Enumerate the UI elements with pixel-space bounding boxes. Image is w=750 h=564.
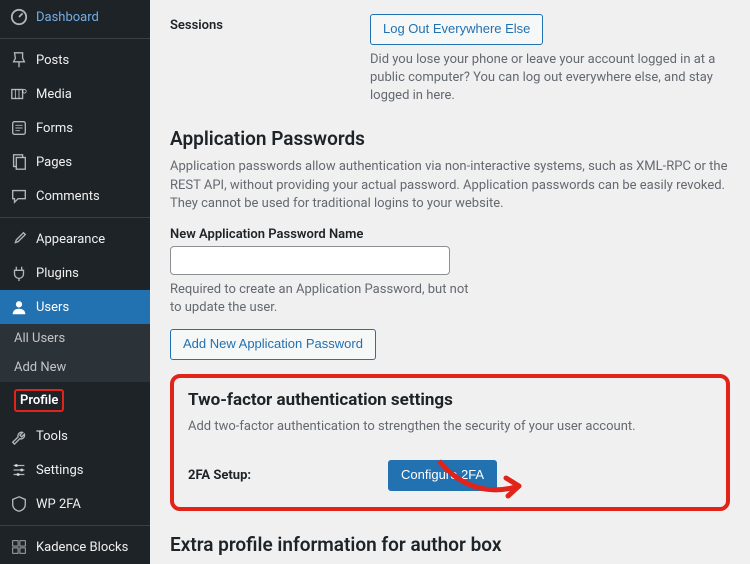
sidebar-item-label: Appearance [36,232,105,247]
app-passwords-description: Application passwords allow authenticati… [170,158,730,213]
sidebar-item-settings[interactable]: Settings [0,453,150,487]
sidebar-item-plugins[interactable]: Plugins [0,256,150,290]
two-factor-setup-label: 2FA Setup: [188,468,368,483]
sidebar-item-comments[interactable]: Comments [0,179,150,213]
sidebar-item-label: Forms [36,121,73,136]
sidebar-item-dashboard[interactable]: Dashboard [0,0,150,34]
sidebar-item-appearance[interactable]: Appearance [0,222,150,256]
forms-icon [10,119,28,137]
admin-sidebar: Dashboard Posts Media Forms Pages Commen… [0,0,150,564]
sidebar-item-media[interactable]: Media [0,77,150,111]
sidebar-item-label: Tools [36,429,68,444]
app-password-name-label: New Application Password Name [170,227,730,242]
brush-icon [10,230,28,248]
media-icon [10,85,28,103]
sidebar-item-label: Dashboard [36,10,99,25]
comments-icon [10,187,28,205]
sidebar-item-label: Pages [36,155,72,170]
pin-icon [10,51,28,69]
sessions-label: Sessions [170,14,370,33]
submenu-item-profile[interactable]: Profile [0,382,150,419]
app-password-name-help: Required to create an Application Passwo… [170,281,470,317]
sidebar-item-label: WP 2FA [36,497,81,512]
extra-profile-heading: Extra profile information for author box [170,533,730,556]
sidebar-item-label: Comments [36,189,100,204]
dashboard-icon [10,8,28,26]
main-content: Sessions Log Out Everywhere Else Did you… [150,0,750,564]
blocks-icon [10,538,28,556]
sessions-row: Sessions Log Out Everywhere Else Did you… [170,14,730,105]
sliders-icon [10,461,28,479]
two-factor-heading: Two-factor authentication settings [188,390,712,410]
annotation-arrow-icon [434,456,534,506]
users-submenu: All Users Add New Profile [0,324,150,419]
sidebar-item-kadence[interactable]: Kadence Blocks [0,530,150,564]
sidebar-item-label: Media [36,87,72,102]
sidebar-item-label: Users [36,300,69,315]
sidebar-item-label: Posts [36,53,69,68]
app-password-name-input[interactable] [170,246,450,275]
logout-everywhere-button[interactable]: Log Out Everywhere Else [370,14,543,45]
submenu-item-all-users[interactable]: All Users [0,324,150,353]
sidebar-item-posts[interactable]: Posts [0,43,150,77]
app-passwords-heading: Application Passwords [170,127,730,150]
sidebar-item-forms[interactable]: Forms [0,111,150,145]
submenu-item-add-new[interactable]: Add New [0,353,150,382]
user-icon [10,298,28,316]
add-app-password-button[interactable]: Add New Application Password [170,329,376,360]
two-factor-highlight: Two-factor authentication settings Add t… [170,374,730,511]
pages-icon [10,153,28,171]
sidebar-item-label: Settings [36,463,83,478]
sidebar-item-pages[interactable]: Pages [0,145,150,179]
plug-icon [10,264,28,282]
sidebar-item-users[interactable]: Users [0,290,150,324]
sessions-description: Did you lose your phone or leave your ac… [370,51,730,106]
two-factor-description: Add two-factor authentication to strengt… [188,418,712,436]
wrench-icon [10,427,28,445]
sidebar-item-wp2fa[interactable]: WP 2FA [0,487,150,521]
sidebar-item-label: Kadence Blocks [36,540,128,555]
sidebar-item-tools[interactable]: Tools [0,419,150,453]
sidebar-item-label: Plugins [36,266,79,281]
shield-icon [10,495,28,513]
